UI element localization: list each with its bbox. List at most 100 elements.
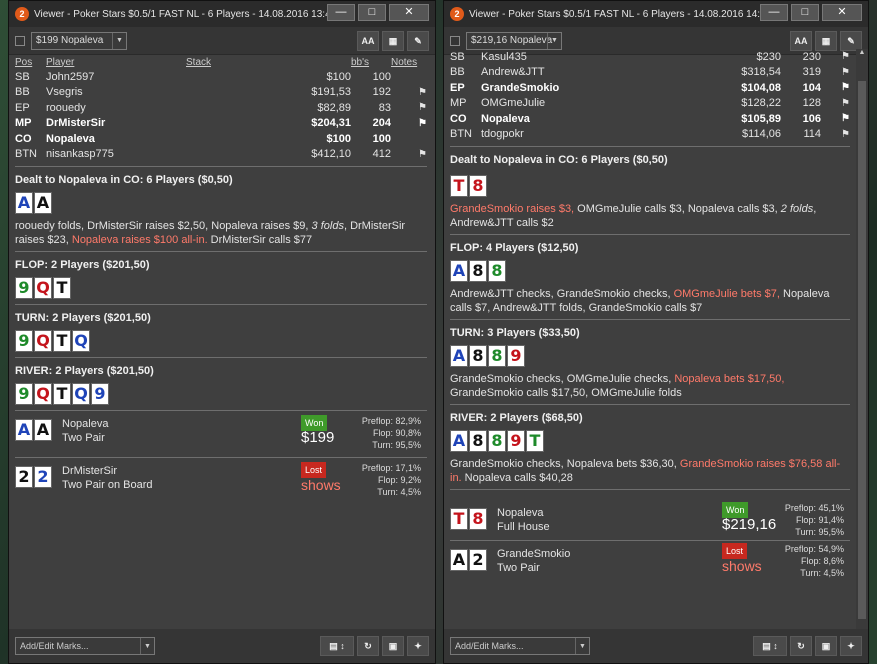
col-notes[interactable]: Notes — [391, 55, 427, 69]
results-section: AA Nopaleva Two Pair Won $199 Preflop: 82,… — [15, 410, 427, 503]
result-row: T8 Nopaleva Full House Won $219,16 Preflop… — [450, 500, 850, 540]
pencil-icon[interactable]: ✎ — [407, 31, 429, 51]
refresh-icon[interactable]: ↻ — [790, 636, 812, 656]
player-select[interactable]: $199 Nopaleva ▼ — [31, 31, 127, 50]
hand-history: Pos Player Stack bb's Notes SB John2597 $1… — [15, 55, 427, 629]
save-icon[interactable]: ▣ — [382, 636, 404, 656]
note-flag-icon: ⚑ — [841, 66, 850, 78]
playing-card: Q — [34, 330, 52, 352]
player-select[interactable]: $219,16 Nopaleva ▼ — [466, 31, 562, 50]
col-pos[interactable]: Pos — [15, 55, 46, 69]
font-size-icon[interactable]: AA — [790, 31, 812, 51]
playing-card: Q — [34, 277, 52, 299]
select-checkbox[interactable] — [450, 35, 460, 46]
close-icon[interactable]: ✕ — [822, 4, 862, 21]
playing-card: T — [450, 175, 468, 197]
note-flag-icon: ⚑ — [841, 113, 850, 125]
equity-stats: Preflop: 54,9% Flop: 8,6% Turn: 4,5% — [784, 544, 844, 578]
flop-section: FLOP: 4 Players ($12,50) A88 Andrew&JTT … — [450, 234, 850, 315]
twitter-icon[interactable]: ✦ — [407, 636, 429, 656]
playing-card: A — [15, 419, 33, 441]
playing-card: A — [450, 549, 468, 571]
playing-card: 8 — [469, 345, 487, 367]
result-row: AA Nopaleva Two Pair Won $199 Preflop: 82,… — [15, 411, 427, 457]
maximize-icon[interactable]: □ — [358, 4, 386, 21]
note-flag-icon: ⚑ — [418, 148, 427, 160]
refresh-icon[interactable]: ↻ — [357, 636, 379, 656]
vertical-scrollbar[interactable]: ▲ — [856, 49, 868, 629]
hand-viewer-window-2: 2 Viewer - Poker Stars $0.5/1 FAST NL - … — [443, 0, 869, 664]
playing-card: 9 — [91, 383, 109, 405]
window-title: Viewer - Poker Stars $0.5/1 FAST NL - 6 … — [34, 8, 337, 20]
result-row: A2 GrandeSmokio Two Pair Lost shows Preflo… — [450, 540, 850, 580]
river-section: RIVER: 2 Players ($68,50) A889T GrandeSm… — [450, 404, 850, 485]
status-badge: Lost — [722, 543, 748, 559]
select-checkbox[interactable] — [15, 35, 25, 46]
board-cards: 9QT — [15, 277, 427, 299]
notes-icon[interactable]: ▤ ↕ — [753, 636, 787, 656]
board-cards: 9QTQ — [15, 330, 427, 352]
seats-table: Pos Player Stack bb's Notes SB John2597 $1… — [15, 55, 427, 162]
playing-card: T — [53, 383, 71, 405]
table-row[interactable]: MP OMGmeJulie $128,22 128 ⚑ — [450, 96, 850, 112]
notes-icon[interactable]: ▤ ↕ — [320, 636, 354, 656]
table-row[interactable]: CO Nopaleva $105,89 106 ⚑ — [450, 111, 850, 127]
board-cards: A889 — [450, 345, 850, 367]
col-stack[interactable]: Stack — [186, 55, 351, 69]
chevron-down-icon: ▼ — [575, 638, 589, 654]
table-row[interactable]: SB John2597 $100 100 — [15, 69, 427, 85]
playing-card: A — [15, 192, 33, 214]
font-size-icon[interactable]: AA — [357, 31, 379, 51]
playing-card: 8 — [488, 260, 506, 282]
playing-card: 9 — [507, 430, 525, 452]
playing-card: Q — [34, 383, 52, 405]
equity-stats: Preflop: 45,1% Flop: 91,4% Turn: 95,5% — [784, 503, 844, 537]
playing-card: T — [450, 508, 468, 530]
table-row[interactable]: BB Andrew&JTT $318,54 319 ⚑ — [450, 65, 850, 81]
minimize-icon[interactable]: — — [327, 4, 355, 21]
close-icon[interactable]: ✕ — [389, 4, 429, 21]
grid-icon[interactable]: ▦ — [815, 31, 837, 51]
board-cards: A88 — [450, 260, 850, 282]
playing-card: 8 — [469, 508, 487, 530]
playing-card: 2 — [34, 466, 52, 488]
playing-card: 9 — [15, 383, 33, 405]
col-bbs[interactable]: bb's — [351, 55, 391, 69]
maximize-icon[interactable]: □ — [791, 4, 819, 21]
scrollbar-thumb[interactable] — [858, 81, 866, 619]
playing-card: 2 — [469, 549, 487, 571]
pencil-icon[interactable]: ✎ — [840, 31, 862, 51]
table-row[interactable]: EP roouedy $82,89 83 ⚑ — [15, 100, 427, 116]
minimize-icon[interactable]: — — [760, 4, 788, 21]
table-row[interactable]: BB Vsegris $191,53 192 ⚑ — [15, 85, 427, 101]
playing-card: A — [450, 430, 468, 452]
hole-cards: AA — [15, 192, 427, 214]
note-flag-icon: ⚑ — [841, 51, 850, 63]
note-flag-icon: ⚑ — [841, 82, 850, 94]
table-row[interactable]: SB Kasul435 $230 230 ⚑ — [450, 49, 850, 65]
board-cards: 9QTQ9 — [15, 383, 427, 405]
table-row[interactable]: CO Nopaleva $100 100 — [15, 131, 427, 147]
playing-card: 8 — [488, 345, 506, 367]
table-row[interactable]: MP DrMisterSir $204,31 204 ⚑ — [15, 116, 427, 132]
status-badge: Lost — [301, 462, 327, 478]
board-cards: A889T — [450, 430, 850, 452]
street-actions: roouedy folds, DrMisterSir raises $2,50,… — [15, 220, 406, 246]
marks-select[interactable]: Add/Edit Marks... ▼ — [15, 637, 155, 655]
table-row[interactable]: EP GrandeSmokio $104,08 104 ⚑ — [450, 80, 850, 96]
twitter-icon[interactable]: ✦ — [840, 636, 862, 656]
title-bar: 2 Viewer - Poker Stars $0.5/1 FAST NL - … — [444, 1, 868, 27]
playing-card: 9 — [15, 330, 33, 352]
playing-card: A — [450, 260, 468, 282]
street-title: Dealt to Nopaleva in CO: 6 Players ($0,5… — [15, 174, 233, 186]
marks-select[interactable]: Add/Edit Marks... ▼ — [450, 637, 590, 655]
grid-icon[interactable]: ▦ — [382, 31, 404, 51]
playing-card: T — [53, 277, 71, 299]
table-row[interactable]: BTN tdogpokr $114,06 114 ⚑ — [450, 127, 850, 143]
seats-table: SB Kasul435 $230 230 ⚑ BB Andrew&JTT $318,54 31… — [450, 49, 850, 142]
col-player[interactable]: Player — [46, 55, 186, 69]
playing-card: T — [53, 330, 71, 352]
equity-stats: Preflop: 82,9% Flop: 90,8% Turn: 95,5% — [361, 416, 421, 450]
save-icon[interactable]: ▣ — [815, 636, 837, 656]
table-row[interactable]: BTN nisankasp775 $412,10 412 ⚑ — [15, 147, 427, 163]
